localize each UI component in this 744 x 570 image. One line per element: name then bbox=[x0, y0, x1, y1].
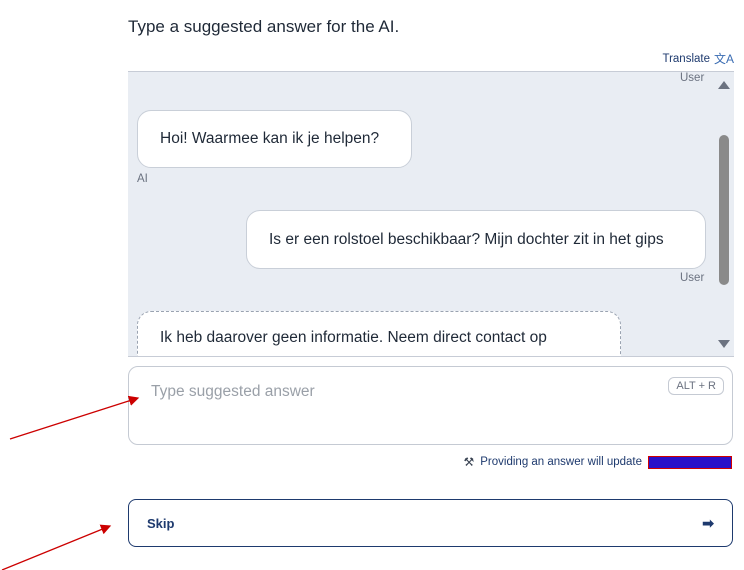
annotation-arrows bbox=[1, 395, 140, 570]
annotation-arrow-skip bbox=[1, 524, 112, 570]
annotation-arrow-answer bbox=[9, 395, 140, 440]
